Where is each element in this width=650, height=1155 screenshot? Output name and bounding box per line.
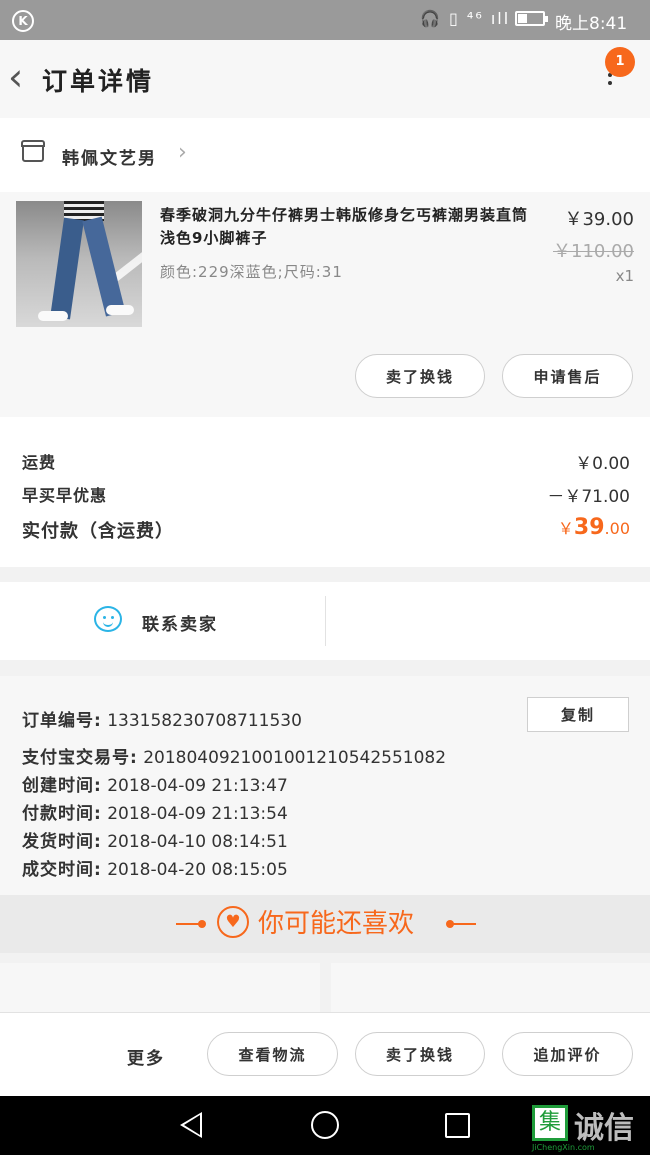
shipping-value: ￥0.00 <box>575 454 630 474</box>
status-icons: 🎧 ▯ ⁴⁶ ıll <box>420 9 511 28</box>
shipping-label: 运费 <box>22 453 57 472</box>
product-quantity: x1 <box>615 267 634 285</box>
paid-dec: .00 <box>604 519 630 538</box>
shop-name: 韩佩文艺男 <box>62 149 157 169</box>
header: ‹ 订单详情 1 <box>0 40 650 118</box>
back-arrow-icon[interactable]: ‹ <box>8 58 38 100</box>
fee-summary: 运费 ￥0.00 早买早优惠 －￥71.00 实付款（含运费） ￥39.00 <box>0 417 650 567</box>
info-row: 支付宝交易号: 2018040921001001210542551082 <box>22 743 446 768</box>
completed-time: 2018-04-20 08:15:05 <box>107 860 288 880</box>
divider <box>448 923 476 925</box>
recommend-title: 你可能还喜欢 <box>258 909 415 939</box>
watermark-box: 集 <box>532 1105 568 1141</box>
info-row: 创建时间: 2018-04-09 21:13:47 <box>22 771 288 796</box>
bottom-action-bar: 更多 查看物流 卖了换钱 追加评价 <box>0 1012 650 1096</box>
created-time: 2018-04-09 21:13:47 <box>107 776 288 796</box>
info-label: 成交时间: <box>22 860 102 880</box>
info-row: 发货时间: 2018-04-10 08:14:51 <box>22 827 288 852</box>
paid-value: ￥39.00 <box>470 515 630 540</box>
product-price: ￥39.00 <box>564 209 634 230</box>
after-sale-button[interactable]: 申请售后 <box>502 354 633 398</box>
product-spec: 颜色:229深蓝色;尺码:31 <box>160 263 343 281</box>
product-image[interactable] <box>16 201 142 327</box>
chevron-right-icon: › <box>178 140 187 165</box>
info-label: 支付宝交易号: <box>22 748 138 768</box>
recommend-header: ♥ 你可能还喜欢 <box>0 895 650 953</box>
info-label: 创建时间: <box>22 776 102 796</box>
page-title: 订单详情 <box>42 67 155 96</box>
paid-label: 实付款（含运费） <box>22 521 174 542</box>
nav-back-icon[interactable] <box>180 1112 202 1138</box>
info-row: 成交时间: 2018-04-20 08:15:05 <box>22 855 288 880</box>
info-label: 付款时间: <box>22 804 102 824</box>
product-card[interactable]: 春季破洞九分牛仔裤男士韩版修身乞丐裤潮男装直筒浅色9小脚裤子 颜色:229深蓝色… <box>0 192 650 417</box>
order-info: 复制 订单编号: 1331582307087115​30 支付宝交易号: 201… <box>0 676 650 895</box>
store-icon <box>21 140 45 162</box>
info-label: 发货时间: <box>22 832 102 852</box>
product-name: 春季破洞九分牛仔裤男士韩版修身乞丐裤潮男装直筒浅色9小脚裤子 <box>160 206 529 247</box>
paid-time: 2018-04-09 21:13:54 <box>107 804 288 824</box>
alipay-trade-number: 2018040921001001210542551082 <box>143 748 447 768</box>
notification-badge: 1 <box>605 47 635 77</box>
status-bar: K 🎧 ▯ ⁴⁶ ıll 晚上8:41 <box>0 0 650 40</box>
copy-button[interactable]: 复制 <box>527 697 629 732</box>
divider <box>325 596 326 646</box>
shipped-time: 2018-04-10 08:14:51 <box>107 832 288 852</box>
battery-icon <box>515 11 548 26</box>
contact-section: 联系卖家 <box>0 582 650 660</box>
shop-row[interactable]: 韩佩文艺男 › <box>0 118 650 192</box>
view-logistics-button[interactable]: 查看物流 <box>207 1032 338 1076</box>
info-label: 订单编号: <box>22 711 102 731</box>
order-number: 1331582307087115​30 <box>107 711 302 731</box>
nav-recent-apps-icon[interactable] <box>445 1113 470 1138</box>
k-icon: K <box>12 10 34 32</box>
customer-service-icon[interactable] <box>94 606 122 632</box>
recommend-card[interactable] <box>331 963 650 1015</box>
paid-currency: ￥ <box>557 519 574 538</box>
nav-home-icon[interactable] <box>311 1111 339 1139</box>
resell-button[interactable]: 卖了换钱 <box>355 1032 485 1076</box>
info-row: 付款时间: 2018-04-09 21:13:54 <box>22 799 288 824</box>
add-review-button[interactable]: 追加评价 <box>502 1032 633 1076</box>
recommend-card[interactable] <box>0 963 320 1015</box>
discount-label: 早买早优惠 <box>22 486 108 505</box>
dot <box>198 920 206 928</box>
info-row: 订单编号: 1331582307087115​30 <box>22 706 302 731</box>
watermark-site: JiChengXin.com <box>532 1143 595 1152</box>
watermark-logo: 集 诚信 JiChengXin.com <box>532 1103 648 1152</box>
heart-icon: ♥ <box>217 906 249 938</box>
watermark-text: 诚信 <box>574 1111 634 1146</box>
discount-value: －￥71.00 <box>547 487 630 507</box>
status-time: 晚上8:41 <box>555 14 628 34</box>
original-price: ￥110.00 <box>553 241 634 262</box>
more-button[interactable]: 更多 <box>127 1044 165 1069</box>
paid-int: 39 <box>573 515 605 540</box>
contact-seller-button[interactable]: 联系卖家 <box>142 610 218 635</box>
resell-button[interactable]: 卖了换钱 <box>355 354 485 398</box>
